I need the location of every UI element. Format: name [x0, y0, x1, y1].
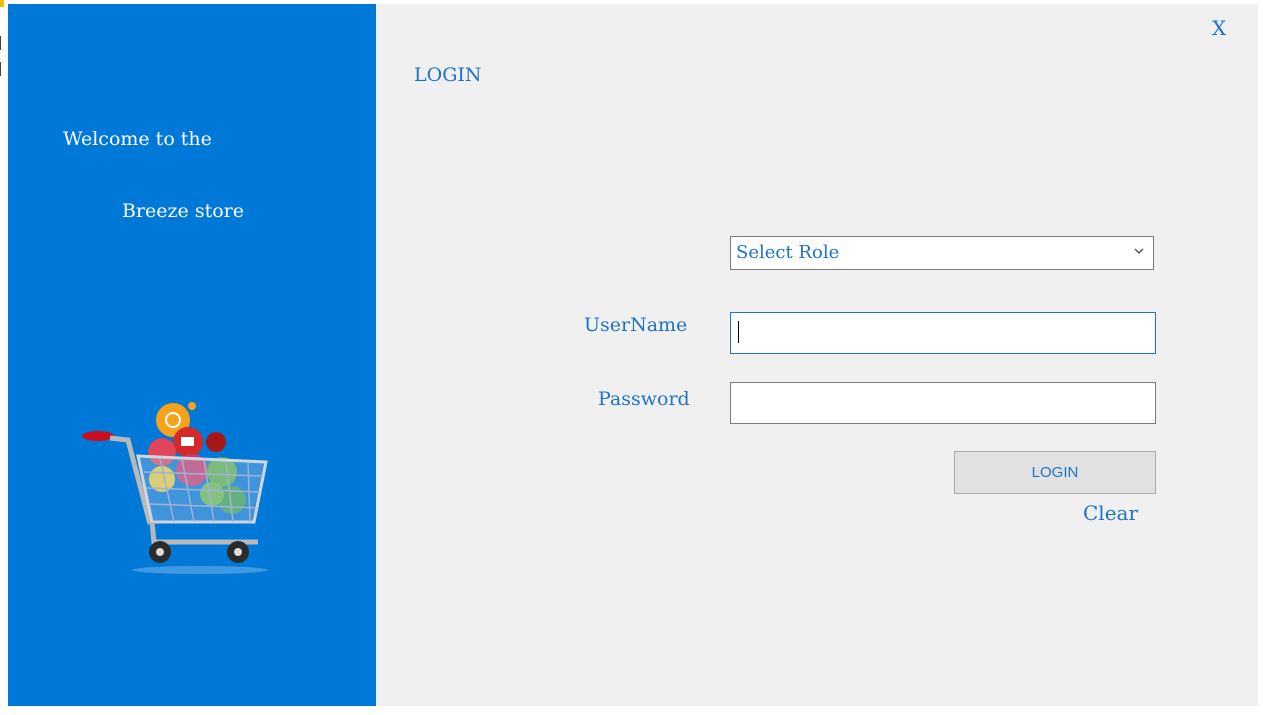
window-corner-marker: [0, 0, 4, 7]
shopping-cart-icon: [82, 402, 268, 574]
username-label: UserName: [584, 314, 688, 336]
role-select[interactable]: Select Role: [730, 236, 1154, 270]
login-button[interactable]: LOGIN: [954, 451, 1156, 494]
username-field[interactable]: [730, 312, 1156, 354]
login-form-panel: X LOGIN Select Role UserName Password LO…: [376, 4, 1258, 706]
role-select-value: Select Role: [736, 242, 840, 263]
clear-link[interactable]: Clear: [1083, 501, 1138, 525]
password-field[interactable]: [730, 382, 1156, 424]
form-title: LOGIN: [414, 64, 482, 86]
text-cursor: [738, 321, 739, 343]
window-edge-marker: [0, 62, 8, 76]
password-label: Password: [598, 388, 690, 410]
welcome-text-line2: Breeze store: [122, 200, 244, 222]
close-button[interactable]: X: [1212, 16, 1226, 40]
chevron-down-icon: [1134, 248, 1144, 254]
welcome-text-line1: Welcome to the: [63, 128, 212, 150]
window-edge-marker: [0, 36, 8, 50]
welcome-panel: Welcome to the Breeze store: [8, 4, 376, 706]
